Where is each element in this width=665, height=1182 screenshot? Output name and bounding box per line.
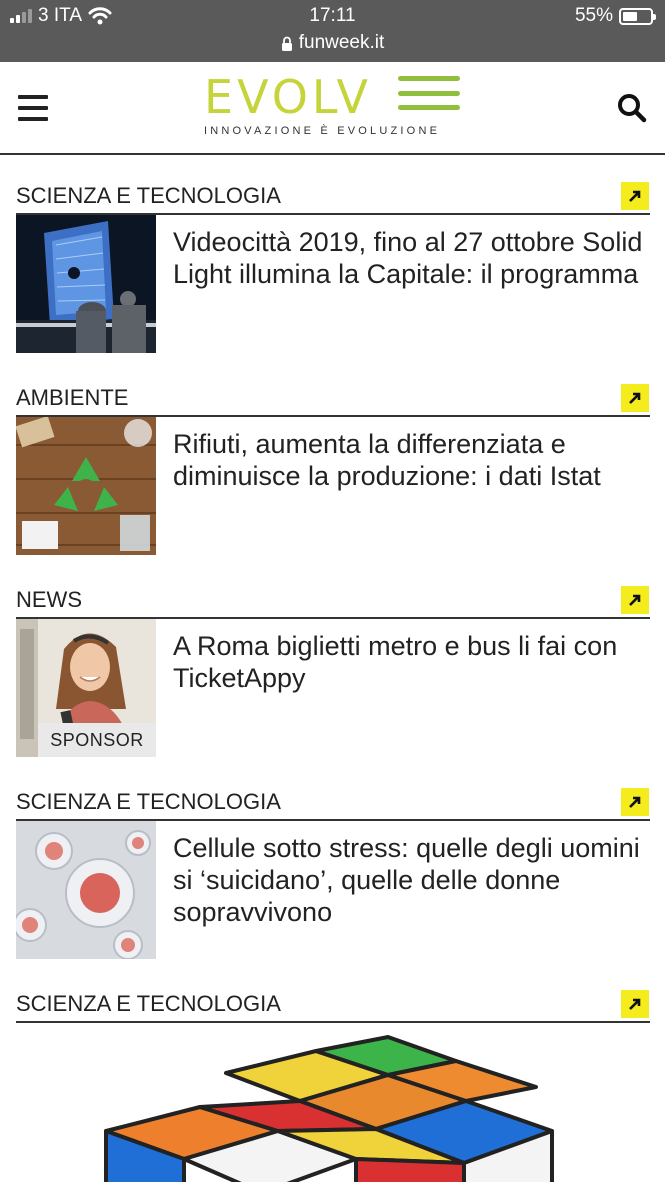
sponsor-badge: SPONSOR — [38, 723, 156, 757]
article-thumbnail[interactable] — [16, 215, 156, 353]
arrow-link-icon[interactable] — [621, 586, 649, 614]
site-logo[interactable]: EVOLV INNOVAZIONE È EVOLUZIONE — [202, 70, 464, 140]
search-icon[interactable] — [617, 93, 647, 123]
category-row: SCIENZA E TECNOLOGIA — [16, 784, 650, 821]
article-thumbnail[interactable] — [16, 821, 156, 959]
url-text: funweek.it — [298, 32, 385, 53]
arrow-link-icon[interactable] — [621, 182, 649, 210]
category-label[interactable]: AMBIENTE — [16, 385, 128, 411]
article-title[interactable]: Videocittà 2019, fino al 27 ottobre Soli… — [173, 226, 643, 290]
category-label[interactable]: SCIENZA E TECNOLOGIA — [16, 789, 281, 815]
lock-icon — [281, 36, 292, 51]
logo-tagline: INNOVAZIONE È EVOLUZIONE — [204, 125, 441, 137]
article-title[interactable]: Rifiuti, aumenta la differenziata e dimi… — [173, 428, 643, 492]
article-thumbnail[interactable] — [16, 417, 156, 555]
article-card[interactable]: SCIENZA E TECNOLOGIA Cellule sotto stres… — [16, 784, 650, 986]
category-row: NEWS — [16, 582, 650, 619]
clock: 17:11 — [309, 5, 356, 26]
article-title[interactable]: Cellule sotto stress: quelle degli uomin… — [173, 832, 643, 928]
battery-percent: 55% — [574, 5, 613, 26]
article-card[interactable]: NEWS SPONSOR A Roma biglietti metro e bu… — [16, 582, 650, 784]
status-bar: 3 ITA 17:11 55% funweek.it — [0, 0, 665, 62]
category-label[interactable]: SCIENZA E TECNOLOGIA — [16, 183, 281, 209]
article-title[interactable]: A Roma biglietti metro e bus li fai con … — [173, 630, 643, 694]
menu-button[interactable] — [18, 95, 48, 121]
category-label[interactable]: SCIENZA E TECNOLOGIA — [16, 991, 281, 1017]
hamburger-icon — [18, 95, 48, 99]
address-bar[interactable]: funweek.it — [0, 32, 665, 54]
article-card[interactable]: SCIENZA E TECNOLOGIA — [16, 178, 650, 380]
category-row: AMBIENTE — [16, 380, 650, 417]
battery-info: 55% — [574, 5, 656, 27]
battery-icon — [619, 7, 656, 25]
category-row: SCIENZA E TECNOLOGIA — [16, 178, 650, 215]
article-card[interactable]: SCIENZA E TECNOLOGIA — [16, 986, 650, 1182]
article-feed: SCIENZA E TECNOLOGIA Videocittà 2019, fi… — [16, 178, 650, 1182]
category-label[interactable]: NEWS — [16, 587, 82, 613]
article-card[interactable]: AMBIENTE Rifiuti, aumenta la differenzia… — [16, 380, 650, 582]
site-header: EVOLV INNOVAZIONE È EVOLUZIONE — [0, 62, 665, 155]
arrow-link-icon[interactable] — [621, 788, 649, 816]
arrow-link-icon[interactable] — [621, 384, 649, 412]
logo-lines-icon — [398, 76, 460, 110]
logo-text: EVOLV — [204, 70, 372, 124]
article-thumbnail[interactable]: SPONSOR — [16, 619, 156, 757]
article-image[interactable] — [16, 1023, 650, 1182]
category-row: SCIENZA E TECNOLOGIA — [16, 986, 650, 1023]
arrow-link-icon[interactable] — [621, 990, 649, 1018]
